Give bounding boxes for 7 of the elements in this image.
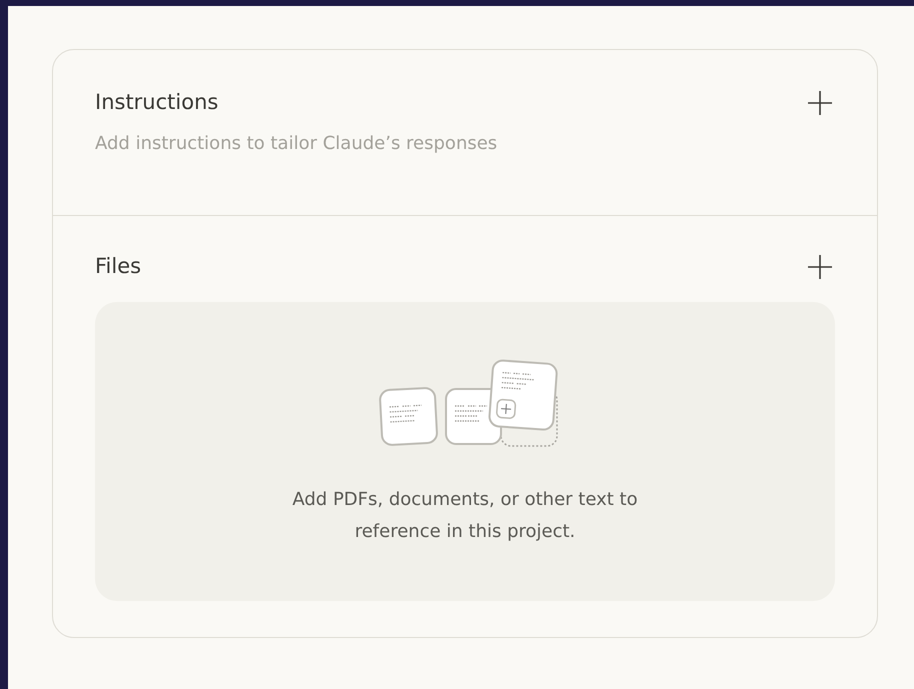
add-icon[interactable]	[807, 90, 833, 116]
section-subtitle: Add instructions to tailor Claude’s responses	[95, 132, 498, 156]
section-title: Instructions	[95, 90, 218, 116]
add-icon[interactable]	[807, 254, 833, 280]
section-title: Files	[95, 254, 142, 280]
file-drop-zone[interactable]: Add PDFs, documents, or other text to reference in this project.	[95, 302, 835, 601]
empty-state-text: Add PDFs, documents, or other text to reference in this project.	[291, 488, 639, 544]
